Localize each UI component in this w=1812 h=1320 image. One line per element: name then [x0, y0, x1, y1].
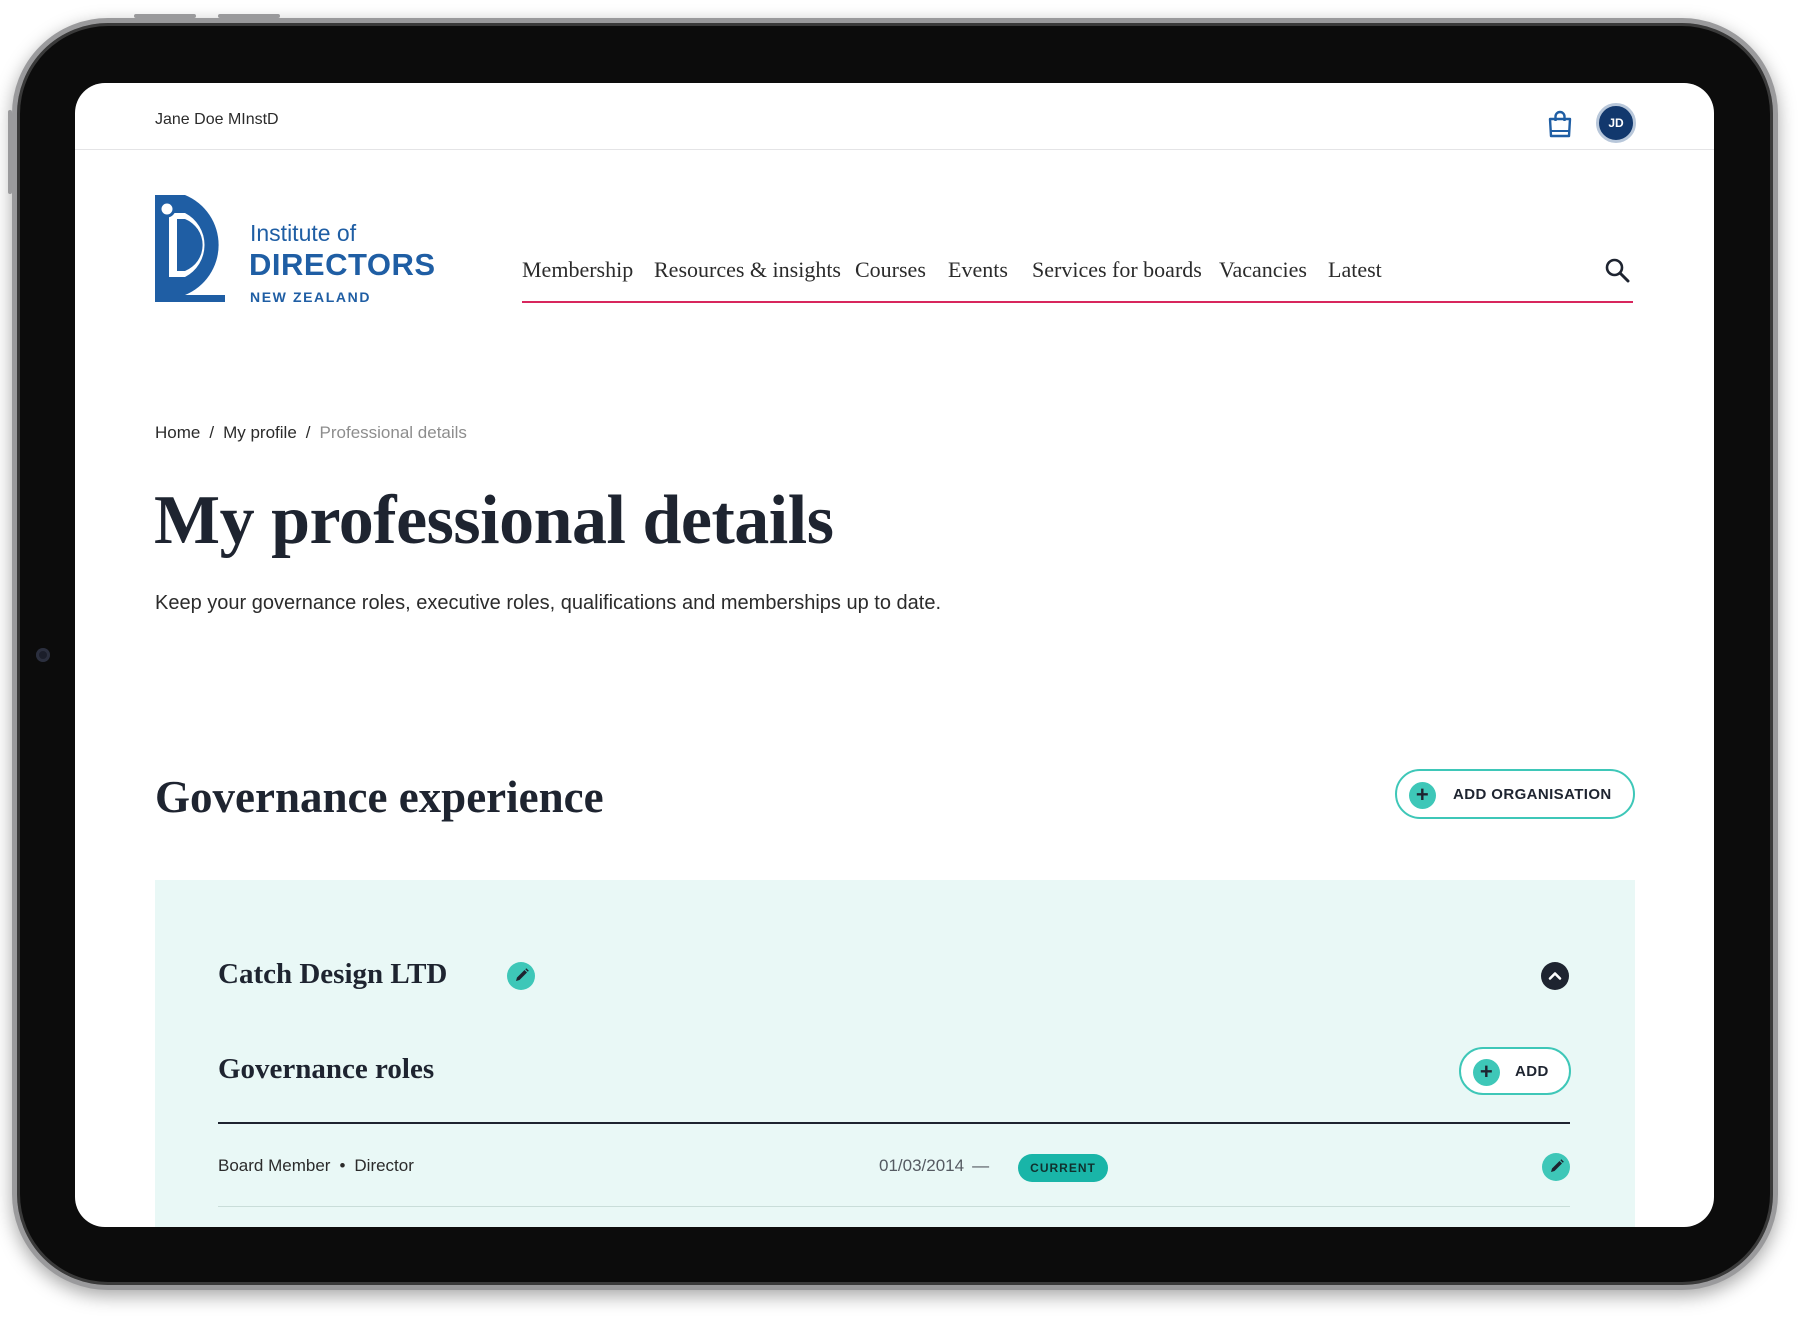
governance-roles-title: Governance roles	[218, 1053, 435, 1085]
page-title: My professional details	[154, 482, 834, 559]
search-icon[interactable]	[1604, 257, 1630, 283]
nav-item-events[interactable]: Events	[948, 257, 1008, 283]
add-organisation-label: ADD ORGANISATION	[1453, 786, 1612, 803]
nav-item-services-for-boards[interactable]: Services for boards	[1032, 257, 1202, 283]
nav-item-latest[interactable]: Latest	[1328, 257, 1382, 283]
nav-item-resources[interactable]: Resources & insights	[654, 257, 841, 283]
screen: Jane Doe MInstD JD Institute of DIRECTOR…	[75, 83, 1714, 1227]
table-row: Board Member • Director 01/03/2014 — CURREN…	[218, 1124, 1570, 1207]
plus-icon: +	[1409, 782, 1436, 809]
role-date-range: 01/03/2014 —	[879, 1156, 997, 1176]
breadcrumb: Home / My profile / Professional details	[155, 423, 467, 443]
organisation-card: Catch Design LTD Governance roles Board …	[155, 880, 1635, 1227]
nav-item-vacancies[interactable]: Vacancies	[1219, 257, 1307, 283]
pencil-icon	[516, 968, 529, 981]
logo[interactable]: Institute of DIRECTORS NEW ZEALAND	[155, 195, 440, 305]
logo-line-2: DIRECTORS	[249, 247, 436, 282]
hardware-button	[218, 14, 280, 18]
breadcrumb-separator: /	[305, 423, 311, 442]
role-description: Board Member • Director	[218, 1156, 414, 1176]
page-intro: Keep your governance roles, executive ro…	[155, 592, 942, 614]
nav-item-membership[interactable]: Membership	[522, 257, 633, 283]
main-nav: Membership Resources & insights Courses …	[522, 255, 1633, 303]
collapse-button[interactable]	[1541, 962, 1569, 990]
role-position: Board Member	[218, 1156, 331, 1175]
breadcrumb-separator: /	[209, 423, 215, 442]
nav-item-courses[interactable]: Courses	[855, 257, 926, 283]
breadcrumb-current: Professional details	[319, 423, 467, 442]
organisation-name: Catch Design LTD	[218, 958, 448, 990]
logo-line-3: NEW ZEALAND	[250, 289, 372, 305]
user-name[interactable]: Jane Doe MInstD	[155, 111, 279, 129]
shopping-bag-icon[interactable]	[1547, 110, 1573, 138]
logo-line-1: Institute of	[250, 220, 357, 246]
edit-organisation-button[interactable]	[507, 962, 535, 990]
breadcrumb-home[interactable]: Home	[155, 423, 200, 442]
edit-role-button[interactable]	[1542, 1153, 1570, 1181]
add-role-button[interactable]: + ADD	[1459, 1047, 1571, 1095]
hardware-button	[8, 110, 12, 194]
role-start-date: 01/03/2014	[879, 1156, 965, 1175]
utility-bar: Jane Doe MInstD JD	[75, 83, 1714, 150]
logo-mark-icon	[155, 195, 225, 302]
add-organisation-button[interactable]: + ADD ORGANISATION	[1395, 769, 1635, 819]
avatar[interactable]: JD	[1596, 103, 1636, 143]
date-separator: —	[972, 1156, 990, 1175]
bullet-separator: •	[339, 1156, 346, 1175]
section-title-governance: Governance experience	[155, 772, 604, 822]
camera-icon	[36, 648, 50, 662]
plus-icon: +	[1473, 1059, 1500, 1086]
pencil-icon	[1551, 1159, 1564, 1172]
add-role-label: ADD	[1515, 1063, 1549, 1080]
chevron-up-icon	[1548, 972, 1562, 980]
breadcrumb-my-profile[interactable]: My profile	[223, 423, 297, 442]
status-badge: CURRENT	[1018, 1154, 1108, 1182]
hardware-button	[134, 14, 196, 18]
role-title: Director	[354, 1156, 414, 1175]
